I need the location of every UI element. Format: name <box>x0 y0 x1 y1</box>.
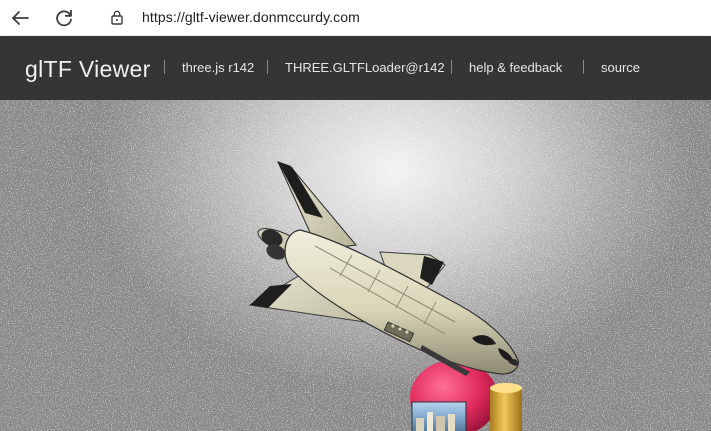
reload-button[interactable] <box>50 4 78 32</box>
nav-separator <box>583 60 584 74</box>
url-text: https://gltf-viewer.donmccurdy.com <box>142 9 360 25</box>
nav-link-help-feedback[interactable]: help & feedback <box>469 60 562 76</box>
app-header: glTF Viewer three.js r142 THREE.GLTFLoad… <box>0 36 711 100</box>
app-title[interactable]: glTF Viewer <box>25 55 151 83</box>
nav-separator <box>164 60 165 74</box>
lock-icon[interactable] <box>109 9 125 25</box>
browser-toolbar: https://gltf-viewer.donmccurdy.com <box>0 0 711 36</box>
model-viewport[interactable] <box>0 100 711 431</box>
scene-canvas <box>0 100 711 431</box>
back-button[interactable] <box>6 4 34 32</box>
photo-cube <box>411 401 467 431</box>
address-bar[interactable]: https://gltf-viewer.donmccurdy.com <box>92 2 707 32</box>
nav-link-threejs[interactable]: three.js r142 <box>182 60 254 76</box>
nav-link-source[interactable]: source <box>601 60 640 76</box>
gold-cylinder <box>490 383 522 431</box>
nav-separator <box>451 60 452 74</box>
arrow-left-icon <box>12 11 29 25</box>
nav-separator <box>267 60 268 74</box>
reload-icon <box>56 9 72 27</box>
nav-link-gltfloader[interactable]: THREE.GLTFLoader@r142 <box>285 60 445 76</box>
